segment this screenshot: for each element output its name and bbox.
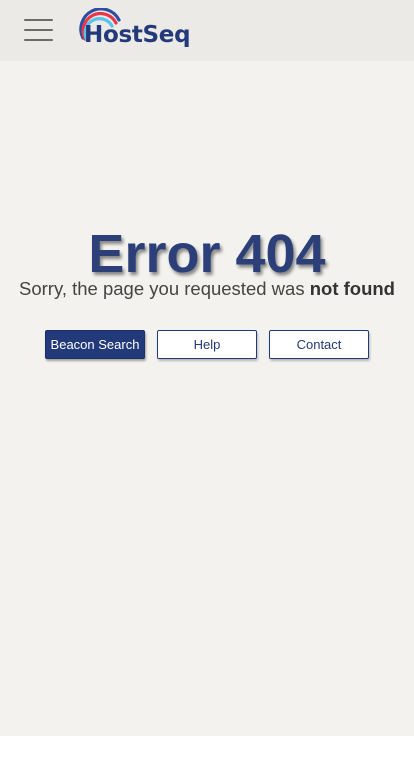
hostseq-logo[interactable]: HostSeq	[79, 8, 199, 52]
beacon-search-button[interactable]: Beacon Search	[45, 330, 145, 359]
error-message: Sorry, the page you requested was not fo…	[0, 277, 414, 301]
hamburger-menu-icon[interactable]	[24, 18, 54, 44]
error-title: Error 404	[88, 224, 326, 284]
header: HostSeq	[0, 0, 414, 61]
action-buttons: Beacon Search Help Contact	[0, 330, 414, 360]
contact-button[interactable]: Contact	[269, 330, 369, 359]
help-button[interactable]: Help	[157, 330, 257, 359]
page: HostSeq Error 404 Sorry, the page you re…	[0, 0, 414, 766]
logo-text: HostSeq	[84, 22, 191, 48]
menu-line	[24, 19, 53, 21]
error-message-emphasis: not found	[309, 278, 395, 299]
main-content: Error 404 Sorry, the page you requested …	[0, 61, 414, 736]
error-message-text: Sorry, the page you requested was	[19, 278, 310, 299]
menu-line	[24, 29, 53, 31]
menu-line	[24, 39, 53, 41]
